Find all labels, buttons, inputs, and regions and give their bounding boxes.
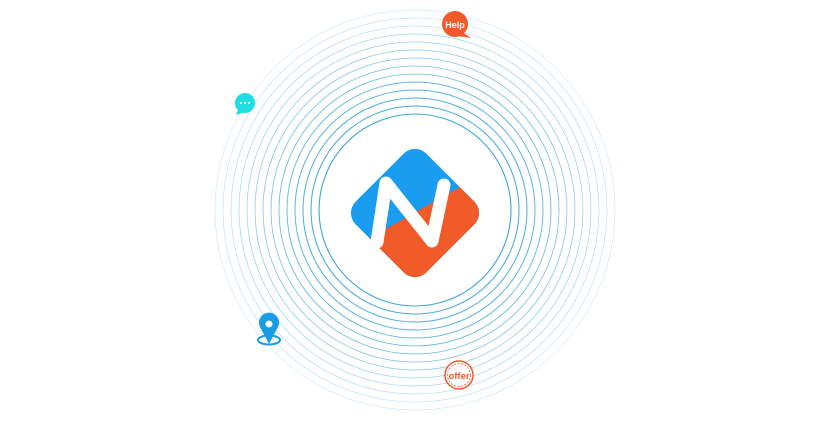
map-pin-icon[interactable]: [257, 312, 281, 346]
radar-illustration: Help offer: [0, 0, 833, 421]
n-diamond-logo: [344, 142, 486, 284]
concentric-rings-graphic: Help offer: [214, 9, 616, 411]
chat-bubble-icon[interactable]: [235, 93, 255, 115]
offer-badge[interactable]: offer: [444, 360, 474, 390]
help-badge[interactable]: Help: [442, 11, 471, 38]
help-badge-label: Help: [445, 20, 465, 30]
offer-badge-label: offer: [448, 371, 469, 382]
